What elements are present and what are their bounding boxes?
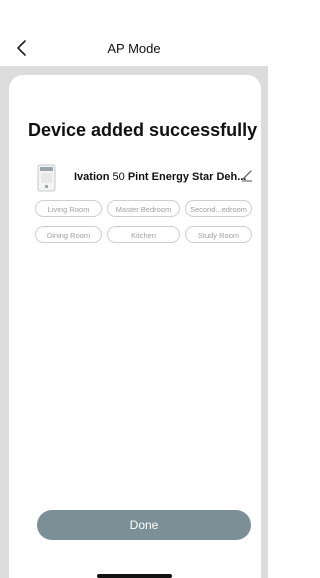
screen: AP Mode Device added successfully Ivatio… bbox=[0, 0, 268, 578]
room-chip-master-bedroom[interactable]: Master Bedroom bbox=[107, 200, 180, 217]
device-name-mid: 50 bbox=[109, 171, 128, 183]
room-chip-study-room[interactable]: Study Room bbox=[185, 226, 252, 243]
room-chip-living-room[interactable]: Living Room bbox=[35, 200, 102, 217]
page-title: AP Mode bbox=[107, 41, 161, 56]
dehumidifier-icon bbox=[37, 164, 56, 192]
device-row: Ivation 50 Pint Energy Star Deh... bbox=[34, 162, 259, 194]
pencil-icon[interactable] bbox=[240, 168, 254, 182]
home-indicator bbox=[97, 574, 172, 578]
success-headline: Device added successfully bbox=[28, 120, 258, 140]
success-sheet bbox=[9, 75, 261, 578]
device-name-tail: Pint Energy Star Deh... bbox=[127, 171, 247, 183]
room-chip-dining-room[interactable]: Dining Room bbox=[35, 226, 102, 243]
nav-bar: AP Mode bbox=[0, 0, 268, 66]
device-brand: Ivation bbox=[74, 171, 110, 183]
room-chip-kitchen[interactable]: Kitchen bbox=[107, 226, 180, 243]
device-name: Ivation 50 Pint Energy Star Deh... bbox=[74, 171, 246, 183]
done-button[interactable]: Done bbox=[37, 510, 251, 540]
room-chip-second-bedroom[interactable]: Second...edroom bbox=[185, 200, 252, 217]
